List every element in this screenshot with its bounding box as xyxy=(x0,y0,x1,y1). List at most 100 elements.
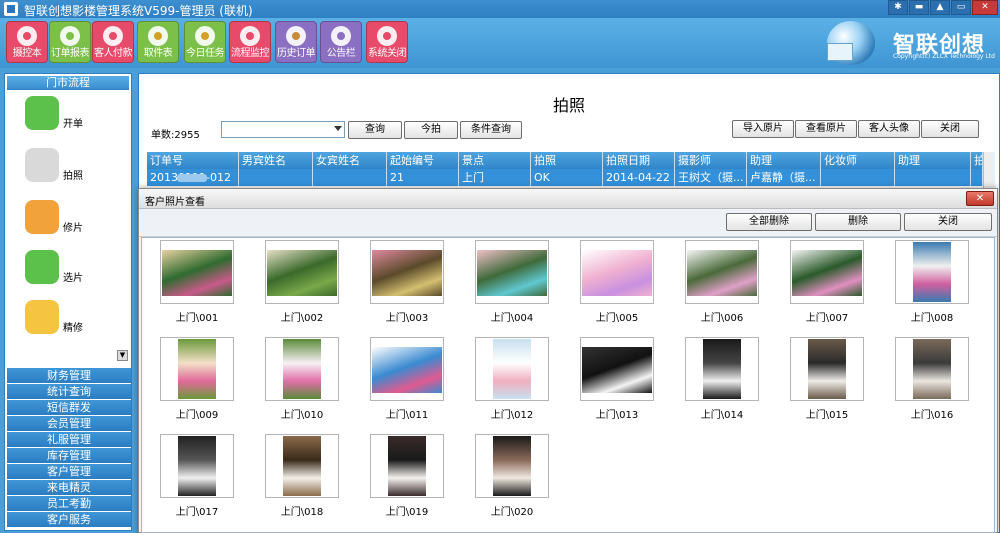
toolbar-button-2[interactable]: 订单报表 xyxy=(49,21,91,63)
photo-thumbnail[interactable] xyxy=(265,337,339,401)
photo-thumbnail[interactable] xyxy=(790,337,864,401)
photo-thumbnail[interactable] xyxy=(685,337,759,401)
toolbar-button-9[interactable]: 系统关闭 xyxy=(366,21,408,63)
history-icon xyxy=(286,26,306,46)
photo-thumbnail[interactable] xyxy=(475,434,549,498)
close-icon[interactable]: ✕ xyxy=(972,0,998,15)
menu-item-7[interactable]: 客户管理 xyxy=(7,464,131,479)
action-button-2[interactable]: 查看原片 xyxy=(795,120,857,138)
grid-cell xyxy=(313,169,387,186)
photo-caption: 上门\004 xyxy=(490,313,534,324)
toolbar-button-1[interactable]: 摄控本 xyxy=(6,21,48,63)
restore-icon[interactable]: ▭ xyxy=(951,0,971,15)
grid-column-header[interactable]: 男宾姓名 xyxy=(239,152,313,169)
dialog-button-1[interactable]: 全部删除 xyxy=(726,213,812,231)
toolbar-button-8[interactable]: 公告栏 xyxy=(320,21,362,63)
grid-column-header[interactable]: 订单号 xyxy=(147,152,239,169)
photo-thumbnail[interactable] xyxy=(265,240,339,304)
menu-item-10[interactable]: 客户服务 xyxy=(7,512,131,527)
photo-caption: 上门\020 xyxy=(490,507,534,518)
minimize-icon[interactable]: ▬ xyxy=(909,0,929,15)
nav-section-header[interactable]: 门市流程 xyxy=(7,76,129,90)
dialog-button-3[interactable]: 关闭 xyxy=(904,213,992,231)
photo-thumbnail[interactable] xyxy=(160,240,234,304)
menu-item-6[interactable]: 库存管理 xyxy=(7,448,131,463)
nav-scroll-down-button[interactable]: ▼ xyxy=(117,350,128,361)
photo-thumbnail[interactable] xyxy=(895,240,969,304)
query-button-2[interactable]: 今拍 xyxy=(404,121,458,139)
photo-thumbnail[interactable] xyxy=(370,337,444,401)
grid-column-header[interactable]: 拍照 xyxy=(531,152,603,169)
menu-item-1[interactable]: 财务管理 xyxy=(7,368,131,383)
filter-select[interactable] xyxy=(221,121,345,138)
photo-caption: 上门\016 xyxy=(910,410,954,421)
grid-column-header[interactable]: 助理 xyxy=(895,152,971,169)
menu-item-4[interactable]: 会员管理 xyxy=(7,416,131,431)
menu-item-9[interactable]: 员工考勤 xyxy=(7,496,131,511)
photo-thumbnail[interactable] xyxy=(790,240,864,304)
nav-item-3[interactable]: 修片 xyxy=(25,200,125,244)
grid-column-header[interactable]: 景点 xyxy=(459,152,531,169)
menu-item-5[interactable]: 礼服管理 xyxy=(7,432,131,447)
photo-thumbnail[interactable] xyxy=(685,240,759,304)
nav-menu-list: 财务管理 统计查询 短信群发 会员管理 礼服管理 库存管理 客户管理 来电精灵 员工考勤 客户服务 xyxy=(7,368,131,528)
photo-thumbnail[interactable] xyxy=(580,337,654,401)
grid-cell xyxy=(821,169,895,186)
nav-item-4[interactable]: 选片 xyxy=(25,250,125,294)
photo-caption: 上门\007 xyxy=(805,313,849,324)
nav-item-5[interactable]: 精修 xyxy=(25,300,125,344)
grid-column-header[interactable]: 拍 xyxy=(971,152,983,169)
query-button-3[interactable]: 条件查询 xyxy=(460,121,522,139)
settings-icon[interactable]: ✱ xyxy=(888,0,908,15)
grid-cell: 卢嘉静（摄... xyxy=(747,169,821,186)
toolbar-button-5[interactable]: 今日任务 xyxy=(184,21,226,63)
photo-image xyxy=(493,339,531,399)
dialog-title: 客户照片查看 xyxy=(145,197,205,208)
grid-cell xyxy=(895,169,971,186)
photo-thumbnail[interactable] xyxy=(370,434,444,498)
photo-thumbnail[interactable] xyxy=(475,240,549,304)
photo-thumbnail[interactable] xyxy=(370,240,444,304)
toolbar-button-label: 订单报表 xyxy=(51,48,90,59)
toolbar-button-label: 流程监控 xyxy=(231,48,270,59)
action-button-3[interactable]: 客人头像 xyxy=(858,120,920,138)
query-button-1[interactable]: 查询 xyxy=(348,121,402,139)
toolbar-button-7[interactable]: 历史订单 xyxy=(275,21,317,63)
photo-thumbnail[interactable] xyxy=(895,337,969,401)
grid-column-header[interactable]: 化妆师 xyxy=(821,152,895,169)
photo-thumbnail[interactable] xyxy=(160,337,234,401)
dialog-close-button[interactable]: ✕ xyxy=(966,191,994,206)
nav-item-label: 开单 xyxy=(63,119,83,130)
grid-column-header[interactable]: 助理 xyxy=(747,152,821,169)
action-button-4[interactable]: 关闭 xyxy=(921,120,979,138)
company-logo: 智联创想 Copyright(c) ZLCX Technology Ltd xyxy=(827,21,995,65)
nav-item-2[interactable]: 拍照 xyxy=(25,148,125,192)
grid-column-header[interactable]: 女宾姓名 xyxy=(313,152,387,169)
table-row[interactable]: 20130111-01221上门OK2014-04-22王树文（摄...卢嘉静（… xyxy=(147,169,995,186)
photo-thumbnail[interactable] xyxy=(580,240,654,304)
photo-thumbnail[interactable] xyxy=(265,434,339,498)
toolbar-button-6[interactable]: 流程监控 xyxy=(229,21,271,63)
grid-column-header[interactable]: 起始编号 xyxy=(387,152,459,169)
grid-cell: OK xyxy=(531,169,603,186)
dialog-button-2[interactable]: 删除 xyxy=(815,213,901,231)
menu-item-8[interactable]: 来电精灵 xyxy=(7,480,131,495)
menu-item-2[interactable]: 统计查询 xyxy=(7,384,131,399)
toolbar-button-4[interactable]: 取件表 xyxy=(137,21,179,63)
photo-thumbnail[interactable] xyxy=(475,337,549,401)
nav-item-1[interactable]: 开单 xyxy=(25,96,125,140)
photo-thumbnail-area: 上门\001 上门\002 上门\003 上门\004 上门\005 上门\006 上门\0… xyxy=(141,237,995,533)
grid-column-header[interactable]: 拍照日期 xyxy=(603,152,675,169)
skin-icon[interactable]: ▲ xyxy=(930,0,950,15)
photo-caption: 上门\014 xyxy=(700,410,744,421)
camera-book-icon xyxy=(17,26,37,46)
photo-image xyxy=(388,436,426,496)
chevron-down-icon[interactable] xyxy=(334,126,342,131)
menu-item-3[interactable]: 短信群发 xyxy=(7,400,131,415)
toolbar-button-3[interactable]: 客人付款 xyxy=(92,21,134,63)
photo-caption: 上门\001 xyxy=(175,313,219,324)
grid-scrollbar[interactable] xyxy=(983,152,995,190)
photo-thumbnail[interactable] xyxy=(160,434,234,498)
action-button-1[interactable]: 导入原片 xyxy=(732,120,794,138)
grid-column-header[interactable]: 摄影师 xyxy=(675,152,747,169)
